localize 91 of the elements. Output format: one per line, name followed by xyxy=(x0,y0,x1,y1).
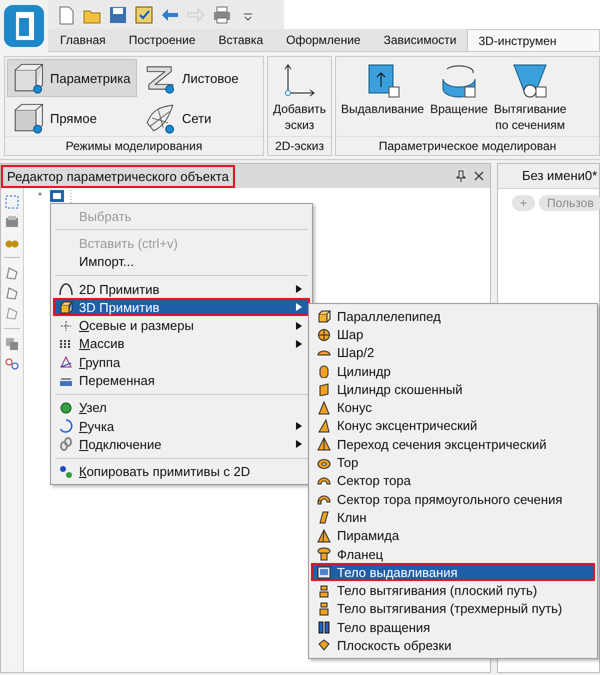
menu-item[interactable]: Узел xyxy=(53,398,310,417)
mesh-icon xyxy=(144,102,176,134)
expand-icon[interactable] xyxy=(36,190,44,198)
ribbon-button[interactable]: Выдавливание xyxy=(338,59,428,134)
menu-item[interactable]: Шар xyxy=(311,325,595,344)
group-title: 2D-эскиз xyxy=(268,136,332,155)
cube-icon xyxy=(12,102,44,134)
ribbon-button[interactable]: Добавить эскиз xyxy=(270,59,330,134)
checklist-icon[interactable] xyxy=(134,4,154,24)
menu-item[interactable]: 3D Примитив xyxy=(53,298,310,316)
menu-item[interactable]: Параллелепипед xyxy=(311,307,595,326)
menu-item[interactable]: Осевые и размеры xyxy=(53,316,310,335)
ribbon-tab[interactable]: Построение xyxy=(116,29,207,51)
sketch-icon[interactable] xyxy=(4,285,20,301)
extrusion-icon xyxy=(317,565,331,580)
submenu-arrow-icon xyxy=(296,422,302,430)
mode-button[interactable]: Листовое xyxy=(139,59,261,97)
pyramid-icon xyxy=(317,528,331,543)
wedge-icon xyxy=(317,510,331,524)
close-icon[interactable] xyxy=(474,171,484,181)
menu-item[interactable]: Пирамида xyxy=(311,526,595,545)
menu-item[interactable]: Тело выдавливания xyxy=(311,563,595,582)
pin-icon[interactable] xyxy=(456,170,466,182)
submenu-arrow-icon xyxy=(296,322,302,330)
sketch-icon[interactable] xyxy=(4,305,20,321)
group-title: Параметрическое моделирован xyxy=(336,136,599,155)
submenu-arrow-icon xyxy=(296,340,302,348)
submenu-arrow-icon xyxy=(296,440,302,448)
cone-icon xyxy=(317,437,331,452)
cone-icon xyxy=(317,418,331,433)
selection-icon[interactable] xyxy=(4,194,20,210)
plane-icon xyxy=(317,638,331,652)
menu-item[interactable]: Массив xyxy=(53,334,310,354)
menu-item[interactable]: 2D Примитив xyxy=(53,280,310,298)
sketch-icon[interactable] xyxy=(4,265,20,281)
menu-item[interactable]: Плоскость обрезки xyxy=(311,636,595,655)
cylinder-icon xyxy=(317,382,331,396)
menu-item[interactable]: Импорт... xyxy=(53,252,310,271)
ribbon-tab[interactable]: Вставка xyxy=(206,29,274,51)
ribbon-tab[interactable]: Главная xyxy=(48,29,117,51)
flange-icon xyxy=(317,547,331,561)
pane-title: Редактор параметрического объекта xyxy=(1,164,235,188)
menu-item[interactable]: Клин xyxy=(311,508,595,527)
menu-item[interactable]: Тело вытягивания (трехмерный путь) xyxy=(311,600,595,618)
cylinder-icon xyxy=(317,364,331,378)
tree-node-icon[interactable] xyxy=(50,190,64,202)
menu-item[interactable]: Сектор тора xyxy=(311,472,595,490)
box-icon xyxy=(317,309,331,324)
ribbon-tab[interactable]: Зависимости xyxy=(372,29,468,51)
mode-button[interactable]: Прямое xyxy=(7,99,137,137)
menu-item[interactable]: Тор xyxy=(311,453,595,472)
box-icon xyxy=(59,300,73,314)
menu-item[interactable]: Тело вытягивания (плоский путь) xyxy=(311,581,595,600)
menu-item[interactable]: Подключение xyxy=(53,435,310,454)
layers-icon[interactable] xyxy=(4,336,20,352)
sphere-icon xyxy=(317,327,331,342)
handle-icon xyxy=(59,419,73,434)
menu-item[interactable]: Шар/2 xyxy=(311,344,595,362)
chain-icon xyxy=(59,437,73,452)
node-icon xyxy=(59,400,73,415)
box-icon xyxy=(12,62,44,94)
menu-item[interactable]: Конус xyxy=(311,398,595,417)
menu-item[interactable]: Фланец xyxy=(311,544,595,564)
cone-icon xyxy=(317,400,331,415)
line-icon xyxy=(59,282,73,296)
link-icon[interactable] xyxy=(4,356,20,372)
menu-item[interactable]: Цилиндр xyxy=(311,362,595,380)
mode-button[interactable]: Параметрика xyxy=(7,59,137,97)
menu-item[interactable]: Группа xyxy=(53,353,310,372)
menu-item[interactable]: Сектор тора прямоугольного сечения xyxy=(311,490,595,508)
submenu-arrow-icon xyxy=(296,303,302,312)
menu-item[interactable]: Копировать примитивы с 2D xyxy=(53,462,310,481)
menu-item[interactable]: Цилиндр скошенный xyxy=(311,380,595,398)
menu-item[interactable]: Конус эксцентрический xyxy=(311,416,595,436)
app-logo-icon[interactable] xyxy=(3,4,45,48)
menu-item[interactable]: Переход сечения эксцентрический xyxy=(311,435,595,454)
copy-shapes-icon xyxy=(59,464,73,479)
mode-button[interactable]: Сети xyxy=(139,99,261,137)
save-icon[interactable] xyxy=(108,4,128,24)
group-icon xyxy=(59,355,73,370)
submenu-arrow-icon xyxy=(296,285,302,294)
ribbon-tab[interactable]: Оформление xyxy=(274,29,372,51)
crosshair-icon xyxy=(59,318,73,333)
menu-item[interactable]: Ручка xyxy=(53,416,310,436)
menu-item[interactable]: Тело вращения xyxy=(311,618,595,636)
group-title: Режимы моделирования xyxy=(5,136,263,155)
printer-icon[interactable] xyxy=(212,4,232,24)
ribbon-button[interactable]: Вращение xyxy=(427,59,491,134)
menu-item[interactable]: Переменная xyxy=(53,371,310,390)
ribbon-tab[interactable]: 3D-инструмен xyxy=(467,29,600,51)
ribbon-button[interactable]: Вытягивание по сечениям xyxy=(490,59,570,134)
